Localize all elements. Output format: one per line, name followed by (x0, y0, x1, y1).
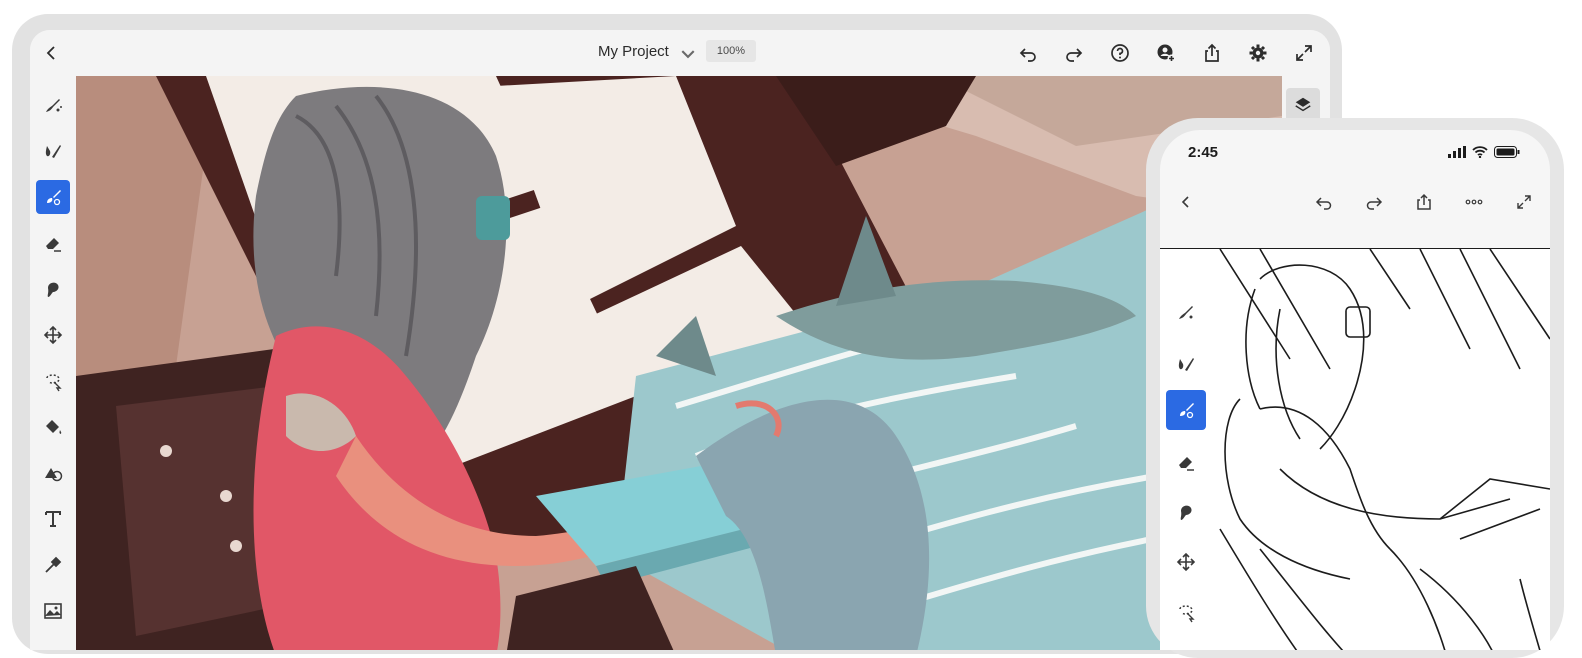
eyedropper-icon[interactable] (36, 548, 70, 582)
artwork-canvas[interactable] (76, 76, 1282, 650)
top-bar: My Project 100% (30, 30, 1330, 76)
phone-tools-panel (1160, 248, 1210, 650)
cellular-icon (1448, 146, 1466, 158)
sketch-canvas[interactable] (1160, 248, 1550, 650)
undo-icon[interactable] (1312, 190, 1336, 214)
status-icons (1448, 146, 1520, 158)
move-transform-icon[interactable] (36, 318, 70, 352)
invite-user-icon[interactable] (1154, 41, 1178, 65)
zoom-level[interactable]: 100% (706, 40, 756, 62)
undo-icon[interactable] (1016, 41, 1040, 65)
smudge-brush-icon[interactable] (36, 88, 70, 122)
paint-brush-icon[interactable] (1166, 344, 1206, 384)
fill-bucket-icon[interactable] (36, 410, 70, 444)
share-icon[interactable] (1200, 41, 1224, 65)
blob-icon[interactable] (36, 272, 70, 306)
lasso-select-icon[interactable] (36, 364, 70, 398)
back-icon[interactable] (1174, 190, 1198, 214)
more-icon[interactable] (1462, 190, 1486, 214)
back-icon[interactable] (40, 41, 64, 65)
smudge-brush-icon[interactable] (1166, 292, 1206, 332)
paint-brush-icon[interactable] (36, 134, 70, 168)
lasso-select-icon[interactable] (1166, 592, 1206, 632)
redo-icon[interactable] (1062, 41, 1086, 65)
battery-icon (1494, 146, 1520, 158)
fullscreen-icon[interactable] (1512, 190, 1536, 214)
blob-icon[interactable] (1166, 492, 1206, 532)
image-icon[interactable] (36, 594, 70, 628)
layers-icon[interactable] (1286, 88, 1320, 122)
pixel-brush-icon[interactable] (1166, 390, 1206, 430)
project-title[interactable]: My Project (598, 43, 669, 60)
eraser-icon[interactable] (1166, 442, 1206, 482)
chevron-down-icon[interactable] (678, 44, 698, 64)
text-icon[interactable] (36, 502, 70, 536)
tools-panel (30, 76, 76, 650)
line-sketch (1219, 248, 1550, 650)
eraser-icon[interactable] (36, 226, 70, 260)
shape-icon[interactable] (36, 456, 70, 490)
help-icon[interactable] (1108, 41, 1132, 65)
tablet-device: My Project 100% (12, 14, 1342, 654)
pixel-brush-icon[interactable] (36, 180, 70, 214)
share-icon[interactable] (1412, 190, 1436, 214)
redo-icon[interactable] (1362, 190, 1386, 214)
move-transform-icon[interactable] (1166, 542, 1206, 582)
phone-device: 2:45 (1146, 118, 1564, 658)
settings-icon[interactable] (1246, 41, 1270, 65)
tablet-screen: My Project 100% (30, 30, 1330, 650)
fullscreen-icon[interactable] (1292, 41, 1316, 65)
status-time: 2:45 (1188, 144, 1219, 161)
wifi-icon (1472, 146, 1488, 158)
illustration (76, 76, 1282, 650)
phone-screen: 2:45 (1160, 130, 1550, 650)
